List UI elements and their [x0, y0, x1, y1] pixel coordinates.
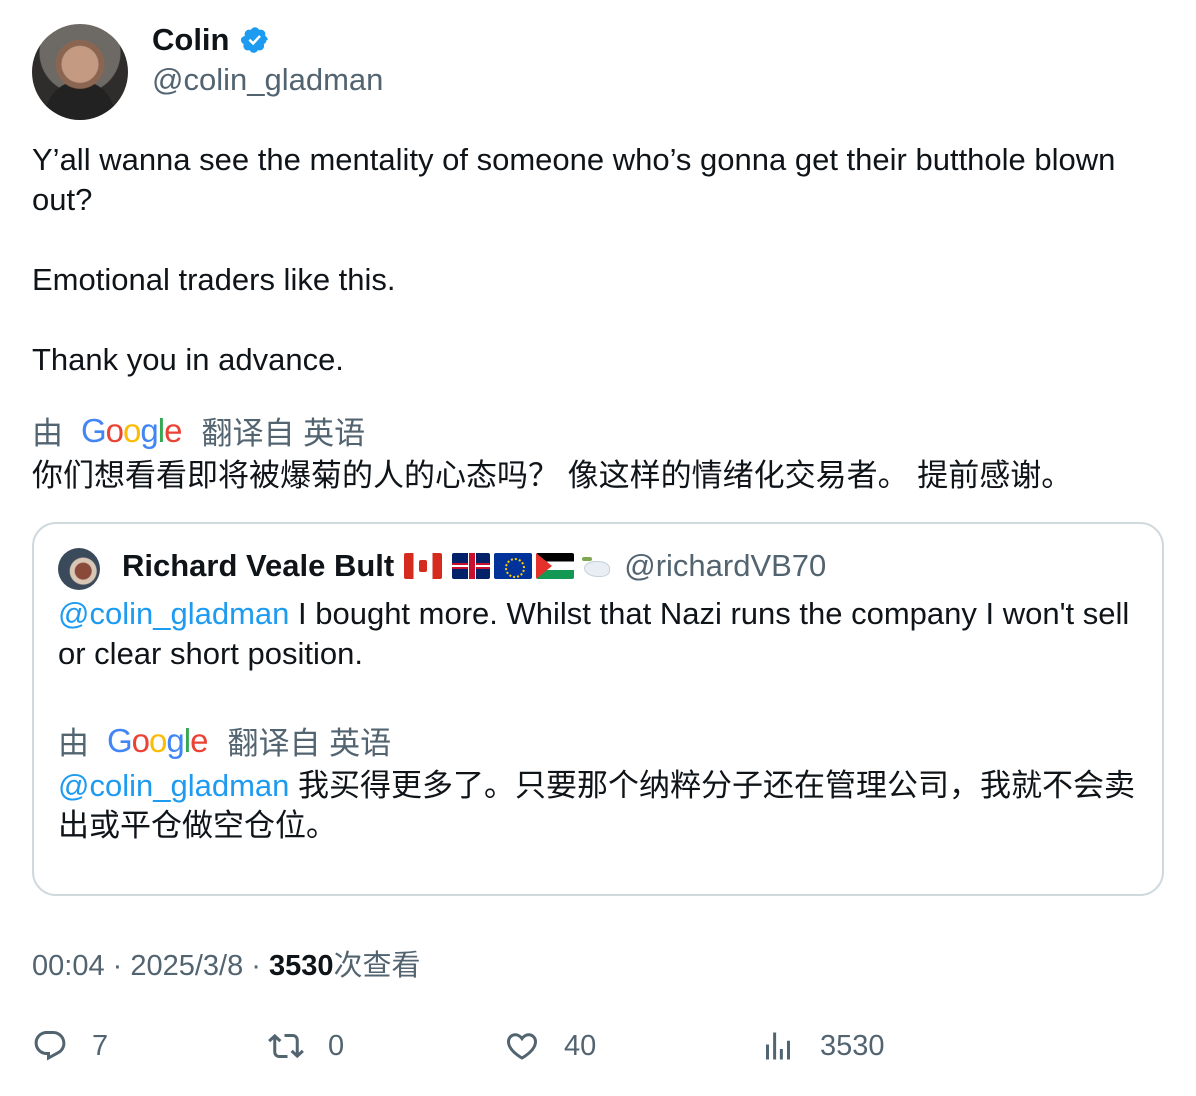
quoted-tweet-card[interactable]: Richard Veale Bult @richardVB70 @colin_g…: [32, 522, 1164, 896]
translation-attribution: 由 Google 翻译自 英语: [32, 408, 365, 453]
quoted-translation-attribution: 由 Google 翻译自 英语: [58, 718, 391, 763]
tweet-line-3: Thank you in advance.: [32, 342, 344, 377]
author-avatar[interactable]: [32, 24, 128, 120]
quoted-author-row: Richard Veale Bult @richardVB70: [122, 548, 826, 584]
translated-by-prefix: 由: [32, 416, 63, 451]
tweet-line-2: Emotional traders like this.: [32, 262, 396, 297]
tweet-meta: 00:04 · 2025/3/8 · 3530次查看: [32, 942, 421, 984]
google-logo-icon: Google: [81, 411, 182, 449]
eu-flag-icon: [494, 553, 533, 579]
meta-separator: ·: [243, 950, 270, 982]
quoted-translated-by-prefix: 由: [58, 726, 89, 761]
quoted-mention-link[interactable]: @colin_gladman: [58, 596, 289, 631]
quoted-tweet-text: @colin_gladman I bought more. Whilst tha…: [58, 594, 1148, 674]
reply-button[interactable]: 7: [32, 1028, 108, 1064]
quoted-translated-from-label: 翻译自 英语: [227, 726, 392, 761]
tweet-body: Y’all wanna see the mentality of someone…: [32, 140, 1162, 380]
views-chart-icon: [766, 1032, 790, 1060]
reply-count: 7: [92, 1029, 109, 1062]
quoted-author-flags: [404, 551, 624, 581]
quoted-author-avatar[interactable]: [58, 548, 100, 590]
tweet-time[interactable]: 00:04: [32, 950, 105, 982]
view-count-suffix: 次查看: [333, 950, 421, 982]
retweet-count: 0: [328, 1029, 345, 1062]
uk-flag-icon: [452, 553, 491, 579]
reply-icon: [34, 1031, 66, 1061]
google-logo-icon: Google: [107, 721, 208, 759]
retweet-icon: [268, 1033, 304, 1059]
tweet-date[interactable]: 2025/3/8: [130, 950, 243, 982]
verified-badge-icon: [240, 27, 268, 53]
heart-icon: [506, 1033, 538, 1060]
views-button[interactable]: 3530: [760, 1028, 885, 1064]
quoted-author-name[interactable]: Richard Veale Bult: [122, 548, 394, 584]
like-button[interactable]: 40: [504, 1028, 596, 1064]
translated-from-label: 翻译自 英语: [201, 416, 366, 451]
meta-separator: ·: [104, 950, 131, 982]
views-count: 3530: [820, 1029, 885, 1062]
palestine-flag-icon: [536, 553, 575, 579]
dove-icon: [578, 551, 616, 581]
canada-flag-icon: [404, 553, 443, 579]
quoted-tweet-translation: @colin_gladman 我买得更多了。只要那个纳粹分子还在管理公司，我就不…: [58, 766, 1148, 846]
quoted-author-handle[interactable]: @richardVB70: [624, 548, 826, 584]
author-handle[interactable]: @colin_gladman: [152, 62, 383, 98]
tweet-translation: 你们想看看即将被爆菊的人的心态吗？ 像这样的情绪化交易者。 提前感谢。: [32, 458, 1073, 493]
action-bar: 7 0 40 3530: [32, 1028, 1162, 1072]
author-name[interactable]: Colin: [152, 22, 230, 58]
retweet-button[interactable]: 0: [268, 1028, 344, 1064]
view-count: 3530: [269, 950, 334, 982]
like-count: 40: [564, 1029, 597, 1062]
quoted-translation-mention-link[interactable]: @colin_gladman: [58, 768, 289, 803]
author-name-row: Colin: [152, 22, 270, 58]
tweet-line-1: Y’all wanna see the mentality of someone…: [32, 142, 1116, 217]
